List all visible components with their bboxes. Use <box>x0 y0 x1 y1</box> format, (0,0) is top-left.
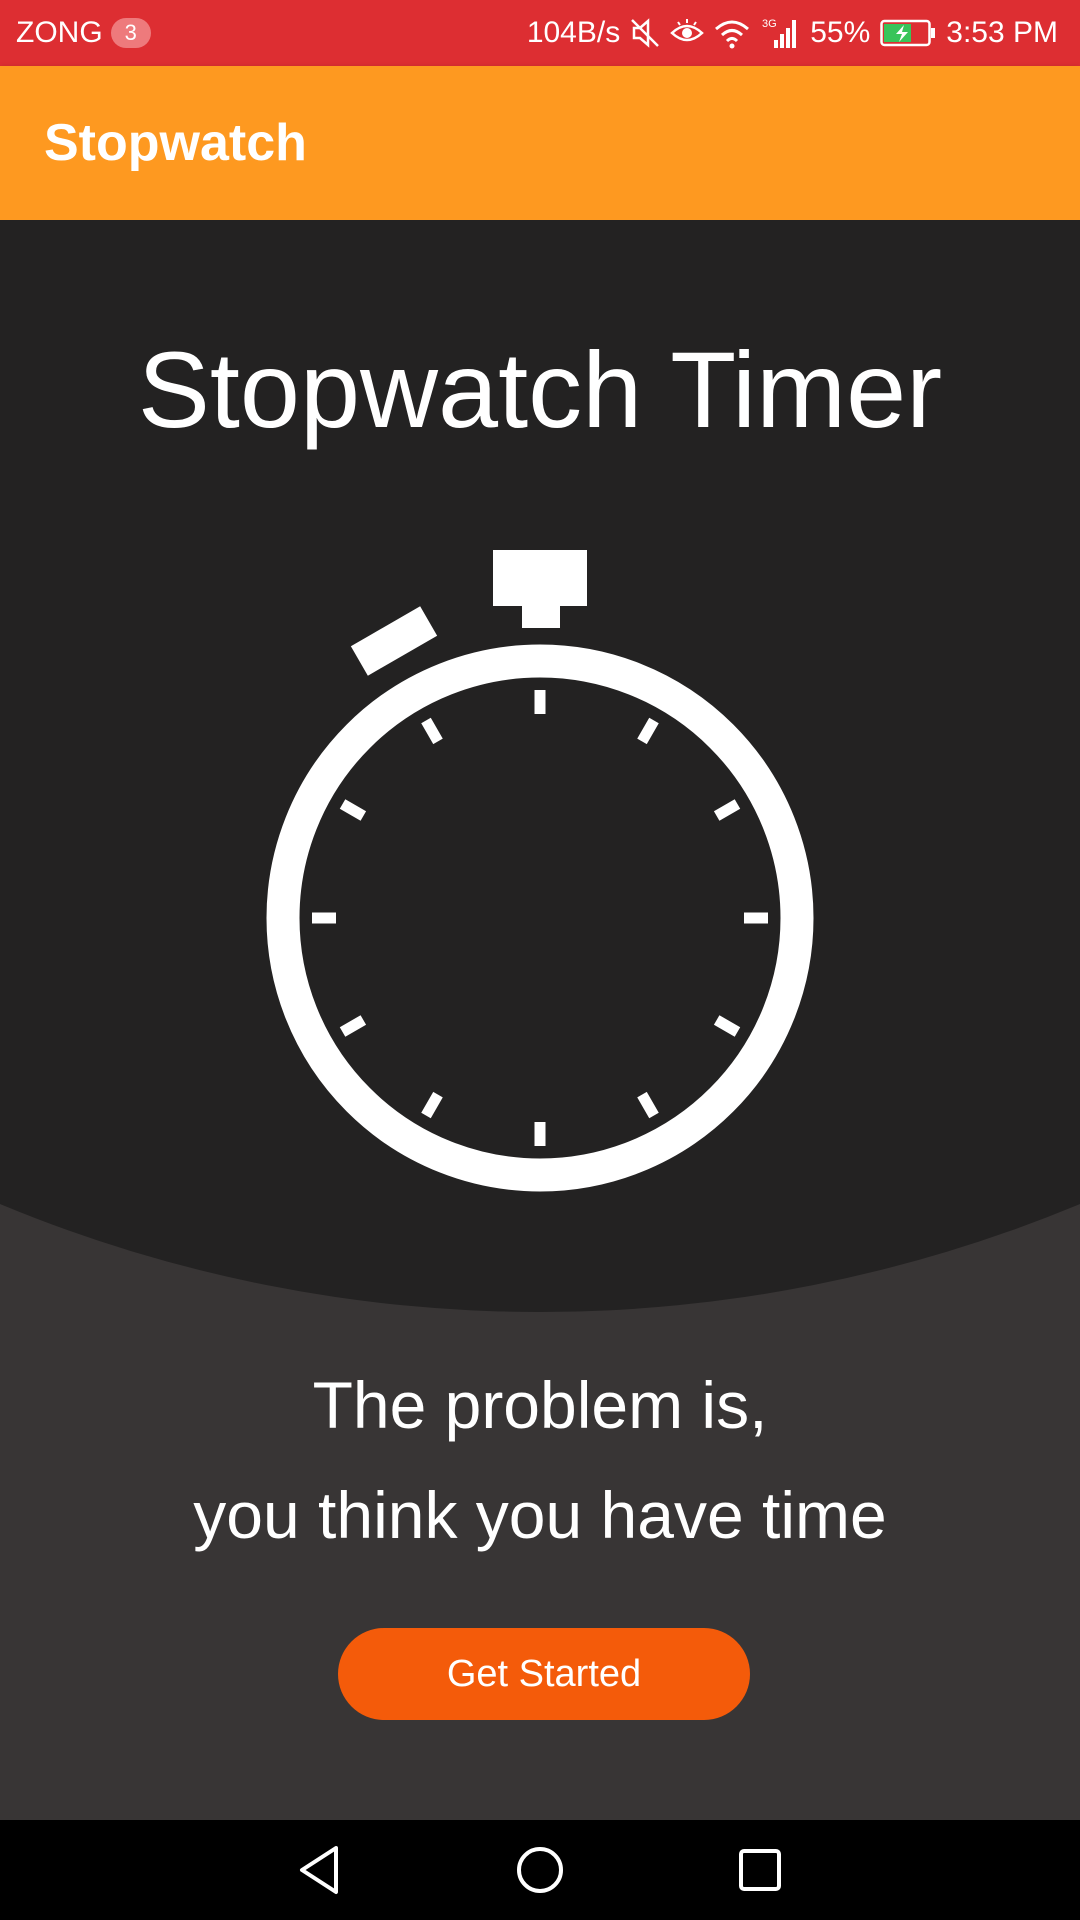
dial-tick <box>339 799 367 821</box>
eye-icon <box>670 17 705 49</box>
status-bar: ZONG 3 104B/s 3G 55% 3:53 PM <box>0 0 1080 66</box>
quote-line-2: you think you have time <box>193 1478 887 1552</box>
dial-tick <box>421 717 443 745</box>
wifi-icon <box>714 17 750 49</box>
status-right: 104B/s 3G 55% 3:53 PM <box>527 0 1058 66</box>
battery-percent: 55% <box>810 16 871 49</box>
recents-icon[interactable] <box>725 1835 795 1905</box>
svg-text:3G: 3G <box>762 18 777 30</box>
navigation-bar <box>0 1820 1080 1920</box>
net-speed: 104B/s <box>526 16 621 49</box>
dial-tick <box>713 799 741 821</box>
dial-tick <box>637 1091 659 1119</box>
clock-time: 3:53 PM <box>946 16 1058 49</box>
dial-tick <box>713 1015 741 1037</box>
quote-line-1: The problem is, <box>312 1368 768 1442</box>
dial-tick <box>637 717 659 745</box>
app-bar: Stopwatch <box>0 66 1080 220</box>
stopwatch-icon <box>250 540 830 1200</box>
signal-icon: 3G <box>760 16 800 50</box>
app-bar-title: Stopwatch <box>44 114 307 172</box>
quote: The problem is, you think you have time <box>0 1350 1080 1570</box>
sim-badge: 3 <box>110 18 151 48</box>
page-title: Stopwatch Timer <box>137 329 943 450</box>
get-started-button[interactable]: Get Started <box>338 1628 750 1720</box>
battery-charging-icon <box>880 19 936 47</box>
dial-tick <box>421 1091 443 1119</box>
mute-icon <box>630 17 660 49</box>
back-icon[interactable] <box>285 1835 355 1905</box>
status-left: ZONG 3 <box>16 0 151 66</box>
carrier-name: ZONG <box>16 16 103 49</box>
dial-tick <box>339 1015 367 1037</box>
home-icon[interactable] <box>505 1835 575 1905</box>
